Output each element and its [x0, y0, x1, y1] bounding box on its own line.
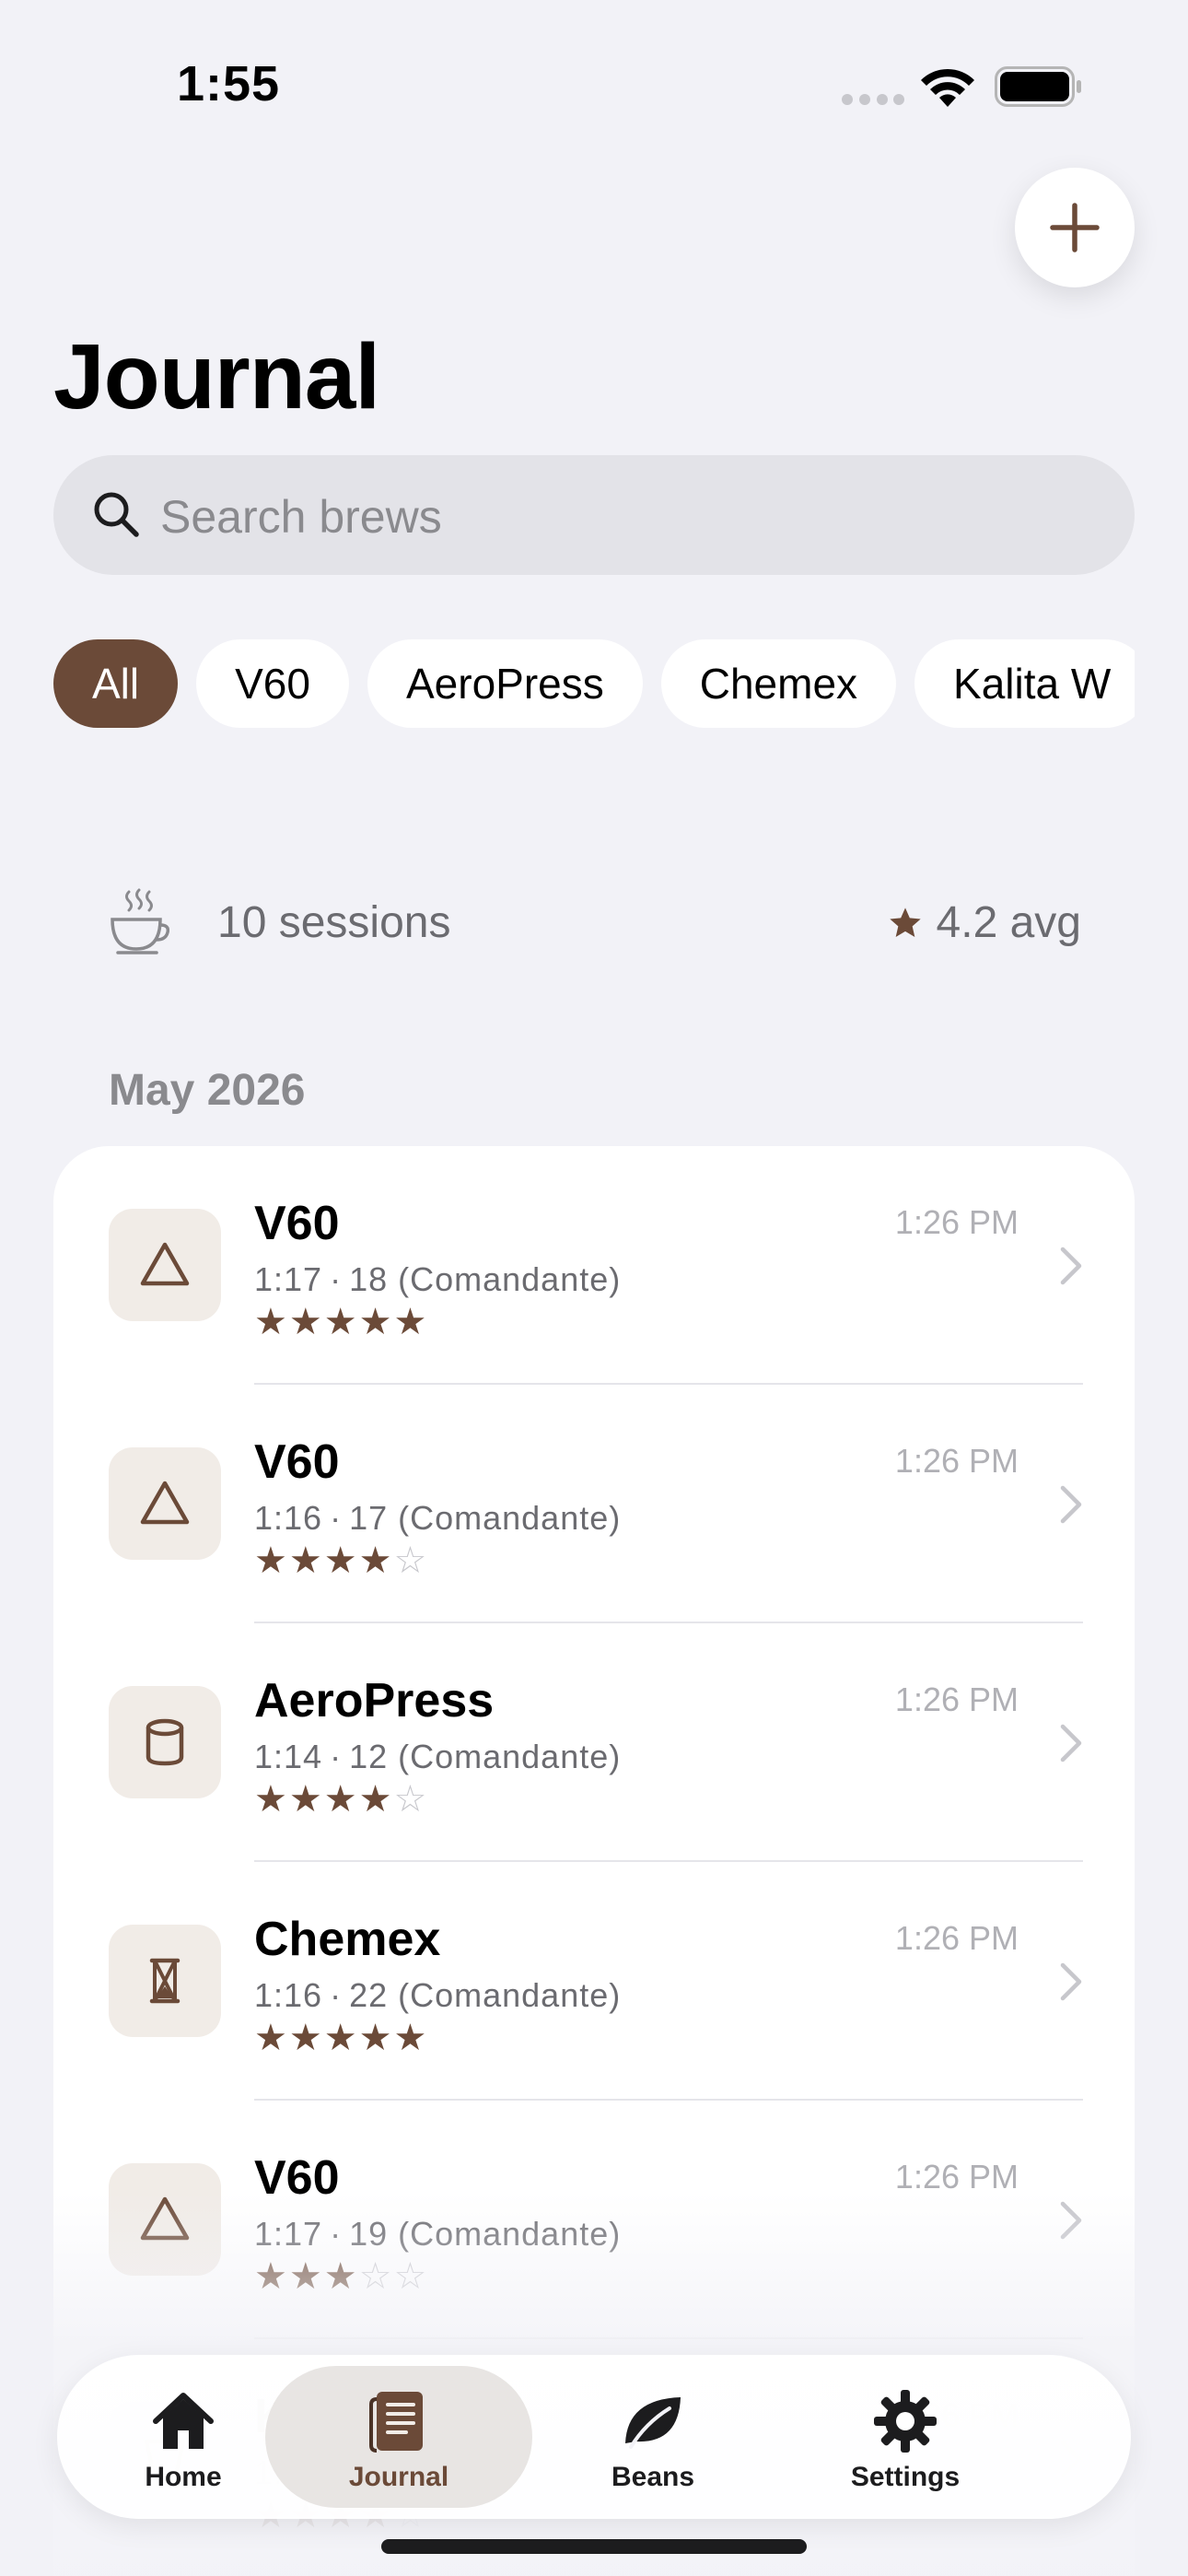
average-rating-value: 4.2 avg: [936, 898, 1081, 947]
gear-icon: [870, 2386, 940, 2456]
tab-label: Journal: [348, 2462, 449, 2492]
search-input[interactable]: Search brews: [160, 490, 442, 544]
brew-row[interactable]: Chemex 1:16 · 22 (Comandante) ★★★★★ 1:26 PM: [53, 1862, 1135, 2101]
tab-label: Settings: [850, 2462, 961, 2492]
brew-details: 1:16 · 22 (Comandante): [254, 1976, 622, 2014]
average-rating: 4.2 avg: [887, 897, 1081, 948]
book-icon: [364, 2386, 434, 2456]
home-indicator: [381, 2539, 807, 2554]
tab-settings[interactable]: Settings: [772, 2366, 1039, 2508]
star-icon: [889, 907, 921, 937]
brew-method: V60: [254, 2151, 340, 2205]
triangle-icon: [109, 2163, 221, 2276]
search-icon: [94, 492, 139, 537]
house-icon: [148, 2386, 218, 2456]
brew-grind: 12 (Comandante): [349, 1738, 622, 1775]
brew-details: 1:17 · 19 (Comandante): [254, 2215, 622, 2253]
status-bar: 1:55: [0, 0, 1188, 175]
tab-beans[interactable]: Beans: [519, 2366, 786, 2508]
cellular-signal-icon: [842, 94, 904, 105]
triangle-icon: [109, 1209, 221, 1321]
tab-label: Beans: [611, 2462, 695, 2492]
tab-journal[interactable]: Journal: [265, 2366, 532, 2508]
brew-ratio: 1:16: [254, 1499, 323, 1537]
brew-grind: 22 (Comandante): [349, 1976, 622, 2014]
tab-bar: Home Journal Beans Settings: [57, 2355, 1131, 2519]
brew-grind: 18 (Comandante): [349, 1260, 622, 1298]
brew-time: 1:26 PM: [894, 1442, 1019, 1480]
brew-details: 1:17 · 18 (Comandante): [254, 1260, 622, 1298]
triangle-icon: [109, 1447, 221, 1560]
brew-details: 1:14 · 12 (Comandante): [254, 1738, 622, 1775]
brew-method: Chemex: [254, 1913, 441, 1966]
brew-row[interactable]: V60 1:17 · 18 (Comandante) ★★★★★ 1:26 PM: [53, 1146, 1135, 1385]
filter-chip-kalita-w[interactable]: Kalita W: [914, 639, 1135, 728]
brew-time: 1:26 PM: [894, 2158, 1019, 2195]
hourglass-icon: [109, 1925, 221, 2037]
plus-icon: [1050, 203, 1100, 252]
filter-chip-chemex[interactable]: Chemex: [660, 639, 897, 728]
brew-details: 1:16 · 17 (Comandante): [254, 1499, 622, 1537]
status-time: 1:55: [177, 56, 281, 111]
filter-chip-all[interactable]: All: [53, 639, 179, 728]
summary-row: 10 sessions 4.2 avg: [53, 857, 1135, 986]
chevron-right-icon: [1060, 2201, 1082, 2240]
chevron-right-icon: [1060, 1247, 1082, 1285]
filter-chip-v60[interactable]: V60: [196, 639, 349, 728]
page-title: Journal: [53, 325, 380, 428]
brew-method: AeroPress: [254, 1674, 495, 1727]
brew-rating-stars: ★★★★☆: [254, 1540, 429, 1581]
chevron-right-icon: [1060, 1724, 1082, 1762]
wifi-icon: [921, 68, 974, 107]
chevron-right-icon: [1060, 1485, 1082, 1524]
chevron-right-icon: [1060, 1962, 1082, 2001]
brew-row[interactable]: AeroPress 1:14 · 12 (Comandante) ★★★★☆ 1:26 P…: [53, 1623, 1135, 1862]
sessions-count: 10 sessions: [217, 898, 451, 947]
section-header-month: May 2026: [109, 1066, 306, 1115]
brew-row[interactable]: V60 1:16 · 17 (Comandante) ★★★★☆ 1:26 PM: [53, 1385, 1135, 1623]
filter-chip-aeropress[interactable]: AeroPress: [367, 639, 643, 728]
brew-row[interactable]: V60 1:17 · 19 (Comandante) ★★★☆☆ 1:26 PM: [53, 2101, 1135, 2339]
brew-rating-stars: ★★★★★: [254, 2018, 429, 2058]
brew-rating-stars: ★★★★★: [254, 1302, 429, 1342]
filter-chips: All V60 AeroPress Chemex Kalita W: [53, 639, 1135, 732]
brew-time: 1:26 PM: [894, 1680, 1019, 1718]
brew-method: V60: [254, 1435, 340, 1489]
brew-grind: 19 (Comandante): [349, 2215, 622, 2253]
battery-icon: [995, 66, 1081, 107]
leaf-icon: [618, 2386, 688, 2456]
add-brew-button[interactable]: [1015, 168, 1135, 287]
brew-ratio: 1:14: [254, 1738, 323, 1775]
brew-time: 1:26 PM: [894, 1919, 1019, 1957]
brew-method: V60: [254, 1197, 340, 1250]
brew-rating-stars: ★★★★☆: [254, 1779, 429, 1820]
brew-time: 1:26 PM: [894, 1203, 1019, 1241]
brew-ratio: 1:16: [254, 1976, 323, 2014]
brew-ratio: 1:17: [254, 1260, 323, 1298]
cylinder-icon: [109, 1686, 221, 1798]
brew-ratio: 1:17: [254, 2215, 323, 2253]
brew-grind: 17 (Comandante): [349, 1499, 622, 1537]
search-bar[interactable]: Search brews: [53, 455, 1135, 575]
coffee-cup-icon: [111, 888, 169, 954]
brew-rating-stars: ★★★☆☆: [254, 2256, 429, 2297]
